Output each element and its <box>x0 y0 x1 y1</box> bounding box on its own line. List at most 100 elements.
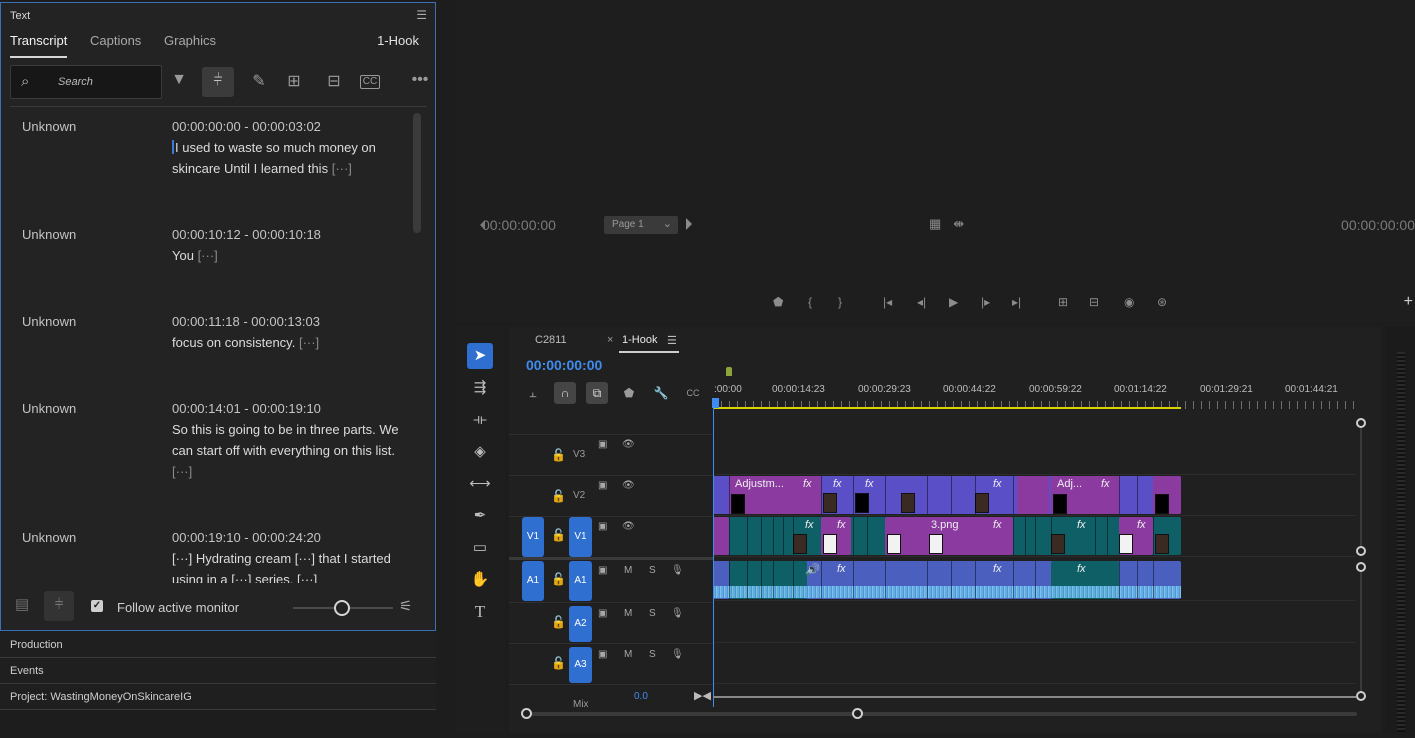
sequence-marker[interactable] <box>726 367 732 376</box>
slip-tool-icon[interactable]: ⟷ <box>467 471 493 497</box>
mix-volume-value[interactable]: 0.0 <box>634 691 648 702</box>
panel-events[interactable]: Events <box>0 659 436 684</box>
go-to-out-icon[interactable]: ▸| <box>1012 295 1021 309</box>
playhead-line[interactable] <box>713 407 714 707</box>
sync-lock-icon[interactable]: ▣ <box>598 608 607 619</box>
cc-icon[interactable]: CC <box>360 75 380 89</box>
clip-adjustment-layer[interactable] <box>1017 476 1049 514</box>
zoom-slider-knob[interactable] <box>334 600 350 616</box>
search-input[interactable]: ⌕ Search <box>10 65 162 99</box>
align-segments-icon[interactable]: ⫩ <box>44 591 74 621</box>
solo-button[interactable]: S <box>649 565 656 576</box>
tab-sequence-c2811[interactable]: C2811 <box>535 334 567 346</box>
add-marker-icon[interactable]: ⬟ <box>618 382 640 404</box>
track-row-a2[interactable] <box>713 603 1356 643</box>
razor-tool-icon[interactable]: ◈ <box>467 439 493 465</box>
track-select-tool-icon[interactable]: ⇶ <box>467 375 493 401</box>
monitor-timecode-left[interactable]: 00:00:00:00 <box>480 217 556 233</box>
clip-track-v2-strip[interactable]: Adjustm... fx Adj... fx fx fx fx <box>713 476 1181 514</box>
wrench-settings-icon[interactable]: 🔧 <box>650 382 672 404</box>
play-icon[interactable]: ▶ <box>949 295 958 309</box>
track-row-v3[interactable] <box>713 435 1356 475</box>
filter-icon[interactable]: ▼ <box>167 71 191 89</box>
clip-image-png[interactable]: 3.png fx <box>885 517 1013 555</box>
clip-video[interactable] <box>713 517 729 555</box>
microphone-icon[interactable]: 🎙 <box>671 649 684 660</box>
settings-sliders-icon[interactable]: ⚟ <box>399 597 412 615</box>
overwrite-icon[interactable]: ⊟ <box>322 71 346 91</box>
clip-track-a1-strip[interactable]: 🔊 fx fx fx <box>713 561 1181 599</box>
mark-in-icon[interactable]: { <box>808 295 812 309</box>
zoom-scroll-knob-right[interactable] <box>852 708 863 719</box>
video-tracks-scrollbar[interactable] <box>1360 423 1362 551</box>
insert-icon[interactable]: ⊞ <box>282 71 306 91</box>
lock-icon[interactable]: 🔓 <box>551 448 566 462</box>
transcript-view-icon[interactable]: ▤ <box>15 595 29 613</box>
sync-lock-icon[interactable]: ▣ <box>598 565 607 576</box>
solo-button[interactable]: S <box>649 608 656 619</box>
transcript-scrollbar[interactable] <box>413 113 421 233</box>
step-back-icon[interactable]: ◂| <box>917 295 926 309</box>
sequence-menu-icon[interactable]: ☰ <box>667 334 677 347</box>
track-target-a1[interactable]: A1 <box>569 561 592 601</box>
sync-lock-icon[interactable]: ▣ <box>598 480 607 491</box>
lock-icon[interactable]: 🔓 <box>551 615 566 629</box>
solo-button[interactable]: S <box>649 649 656 660</box>
rectangle-tool-icon[interactable]: ▭ <box>467 535 493 561</box>
selection-tool-icon[interactable]: ➤ <box>467 343 493 369</box>
lift-icon[interactable]: ⊞ <box>1058 295 1068 309</box>
panel-production[interactable]: Production <box>0 633 436 658</box>
sync-lock-icon[interactable]: ▣ <box>598 649 607 660</box>
clip-adjustment-layer[interactable] <box>1153 476 1181 514</box>
sync-lock-icon[interactable]: ▣ <box>598 521 607 532</box>
close-tab-icon[interactable]: × <box>607 334 613 346</box>
scroll-knob[interactable] <box>1356 562 1366 572</box>
panel-menu-icon[interactable]: ☰ <box>416 8 427 22</box>
eye-icon[interactable]: 👁 <box>622 521 635 532</box>
tab-transcript[interactable]: Transcript <box>10 33 67 48</box>
mute-button[interactable]: M <box>624 649 632 660</box>
track-target-a2[interactable]: A2 <box>569 606 592 642</box>
hand-tool-icon[interactable]: ✋ <box>467 567 493 593</box>
track-target-v1[interactable]: V1 <box>569 517 592 557</box>
page-select[interactable]: Page 1 ⌄ <box>604 216 678 234</box>
more-options-icon[interactable]: ••• <box>408 71 432 89</box>
add-marker-icon[interactable]: ⬟ <box>773 295 783 309</box>
work-area-bar[interactable] <box>713 407 1181 409</box>
tab-graphics[interactable]: Graphics <box>164 33 216 48</box>
extract-icon[interactable]: ⊟ <box>1089 295 1099 309</box>
monitor-mid-icons[interactable]: ▦⇼ <box>929 216 976 232</box>
step-forward-icon[interactable]: |▸ <box>981 295 990 309</box>
clip-track-v1-strip[interactable]: 3.png fx fx fx fx fx <box>713 517 1181 555</box>
track-target-a3[interactable]: A3 <box>569 647 592 683</box>
source-patch-v1[interactable]: V1 <box>522 517 544 557</box>
mix-end-icon[interactable]: ▶◀ <box>694 689 711 702</box>
playhead-timecode[interactable]: 00:00:00:00 <box>526 357 602 373</box>
eye-icon[interactable]: 👁 <box>622 480 635 491</box>
edit-pencil-icon[interactable]: ✎ <box>247 71 271 91</box>
split-segment-icon[interactable]: ⫩ <box>202 67 234 97</box>
microphone-icon[interactable]: 🎙 <box>671 608 684 619</box>
source-patch-a1[interactable]: A1 <box>522 561 544 601</box>
mute-button[interactable]: M <box>624 565 632 576</box>
eye-icon[interactable]: 👁 <box>622 439 635 450</box>
export-frame-icon[interactable]: ◉ <box>1124 295 1134 309</box>
linked-selection-icon[interactable]: ⧉ <box>586 382 608 404</box>
scroll-knob[interactable] <box>1356 691 1366 701</box>
clip-adjustment-layer[interactable]: Adjustm... fx <box>729 476 821 514</box>
scroll-knob[interactable] <box>1356 546 1366 556</box>
pen-tool-icon[interactable]: ✒ <box>467 503 493 529</box>
next-page-icon[interactable] <box>686 218 692 230</box>
go-to-in-icon[interactable]: |◂ <box>883 295 892 309</box>
audio-tracks-scrollbar[interactable] <box>1360 567 1362 697</box>
tab-captions[interactable]: Captions <box>90 33 141 48</box>
mark-out-icon[interactable]: } <box>838 295 842 309</box>
comparison-view-icon[interactable]: ⊛ <box>1157 295 1167 309</box>
captions-icon[interactable]: CC <box>682 382 704 404</box>
lock-icon[interactable]: 🔓 <box>551 572 566 586</box>
insert-sequence-nest-icon[interactable]: ⫠ <box>522 382 544 404</box>
timeline-zoom-scrollbar[interactable] <box>523 712 1357 716</box>
microphone-icon[interactable]: 🎙 <box>671 565 684 576</box>
track-row-a3[interactable] <box>713 644 1356 684</box>
type-tool-icon[interactable]: T <box>467 599 493 625</box>
